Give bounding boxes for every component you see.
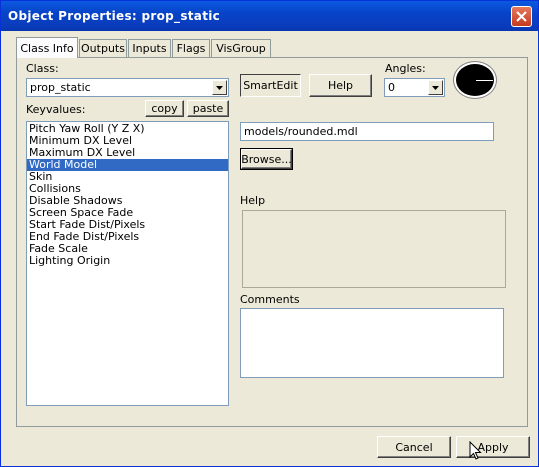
close-icon (516, 11, 527, 22)
keyvalues-list[interactable]: Pitch Yaw Roll (Y Z X) Minimum DX Level … (26, 121, 229, 406)
tab-visgroup[interactable]: VisGroup (211, 39, 271, 57)
chevron-down-icon (216, 85, 223, 90)
tab-class-info[interactable]: Class Info (16, 37, 78, 58)
list-item[interactable]: Lighting Origin (27, 255, 228, 267)
tab-inputs[interactable]: Inputs (128, 39, 171, 57)
chevron-down-icon (432, 85, 439, 90)
help-text-area (242, 210, 506, 288)
comments-text-area[interactable] (240, 308, 504, 378)
help-label: Help (240, 194, 266, 207)
dialog-client: Class Info Outputs Inputs Flags VisGroup… (4, 31, 535, 464)
help-button[interactable]: Help (309, 74, 372, 97)
tab-label: Outputs (81, 42, 125, 55)
class-label: Class: (26, 62, 59, 75)
object-properties-window: Object Properties: prop_static Class Inf… (0, 0, 539, 467)
angles-dropdown-button[interactable] (428, 80, 443, 95)
angle-dial-hand (476, 80, 493, 81)
angles-combo[interactable]: 0 (384, 78, 445, 97)
comments-label: Comments (240, 293, 300, 306)
angles-label: Angles: (385, 62, 426, 75)
tab-label: VisGroup (216, 42, 266, 55)
cancel-label: Cancel (395, 440, 433, 454)
class-value: prop_static (30, 81, 91, 94)
smartedit-label: SmartEdit (243, 79, 298, 92)
smartedit-button[interactable]: SmartEdit (240, 74, 301, 97)
browse-button[interactable]: Browse... (240, 148, 293, 170)
class-dropdown-button[interactable] (212, 80, 227, 95)
copy-button[interactable]: copy (145, 100, 184, 117)
tab-flags[interactable]: Flags (172, 39, 210, 57)
angle-dial[interactable] (454, 62, 496, 98)
copy-label: copy (151, 102, 178, 115)
cancel-button[interactable]: Cancel (377, 436, 451, 458)
title-bar[interactable]: Object Properties: prop_static (1, 1, 538, 31)
class-combo[interactable]: prop_static (26, 78, 229, 97)
angles-value: 0 (388, 81, 395, 94)
close-button[interactable] (511, 6, 532, 27)
apply-button[interactable]: Apply (456, 436, 530, 458)
keyvalue-value-text: models/rounded.mdl (244, 125, 358, 138)
tab-label: Inputs (132, 42, 167, 55)
paste-button[interactable]: paste (187, 100, 229, 117)
tab-outputs[interactable]: Outputs (79, 39, 127, 57)
tab-label: Flags (176, 42, 206, 55)
mouse-cursor-icon (469, 441, 482, 460)
list-item-selected[interactable]: World Model (27, 159, 228, 171)
keyvalue-value-field[interactable]: models/rounded.mdl (240, 122, 494, 141)
help-button-label: Help (327, 79, 354, 92)
tab-label: Class Info (20, 41, 74, 55)
keyvalues-label: Keyvalues: (26, 103, 86, 116)
window-title: Object Properties: prop_static (8, 9, 221, 23)
browse-label: Browse... (241, 152, 292, 166)
class-info-panel: Class: prop_static SmartEdit Help Angles… (16, 57, 528, 427)
paste-label: paste (192, 102, 224, 115)
